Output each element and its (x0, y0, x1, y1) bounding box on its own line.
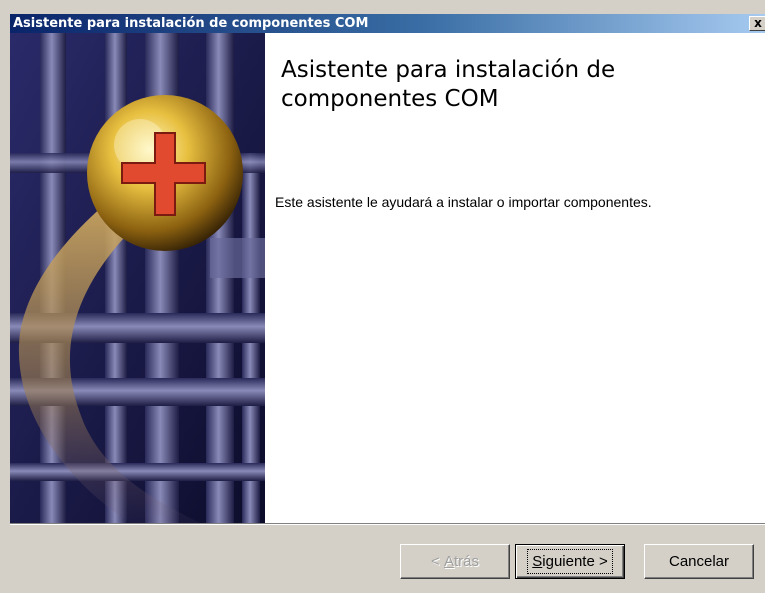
back-button[interactable]: < Atrás (400, 544, 510, 579)
back-button-rest: trás (453, 553, 479, 570)
button-area-divider (10, 523, 765, 525)
window-title: Asistente para instalación de componente… (13, 16, 369, 31)
close-button[interactable]: x (749, 16, 765, 31)
banner-graphic (10, 33, 265, 523)
next-button-rest: iguiente > (542, 553, 608, 570)
wizard-heading: Asistente para instalación de componente… (281, 57, 616, 112)
wizard-description: Este asistente le ayudará a instalar o i… (275, 194, 652, 210)
back-button-accel: A (443, 553, 454, 570)
next-button-focus: Siguiente > (527, 549, 613, 574)
title-bar[interactable]: Asistente para instalación de componente… (10, 14, 765, 33)
next-button[interactable]: Siguiente > (515, 544, 625, 579)
close-icon: x (754, 16, 762, 30)
cancel-button[interactable]: Cancelar (644, 544, 754, 579)
wizard-banner-image (10, 33, 265, 523)
next-button-accel: S (532, 553, 543, 570)
wizard-content: Asistente para instalación de componente… (265, 33, 765, 523)
cancel-button-label: Cancelar (668, 553, 730, 570)
back-button-prefix: < (431, 553, 444, 570)
